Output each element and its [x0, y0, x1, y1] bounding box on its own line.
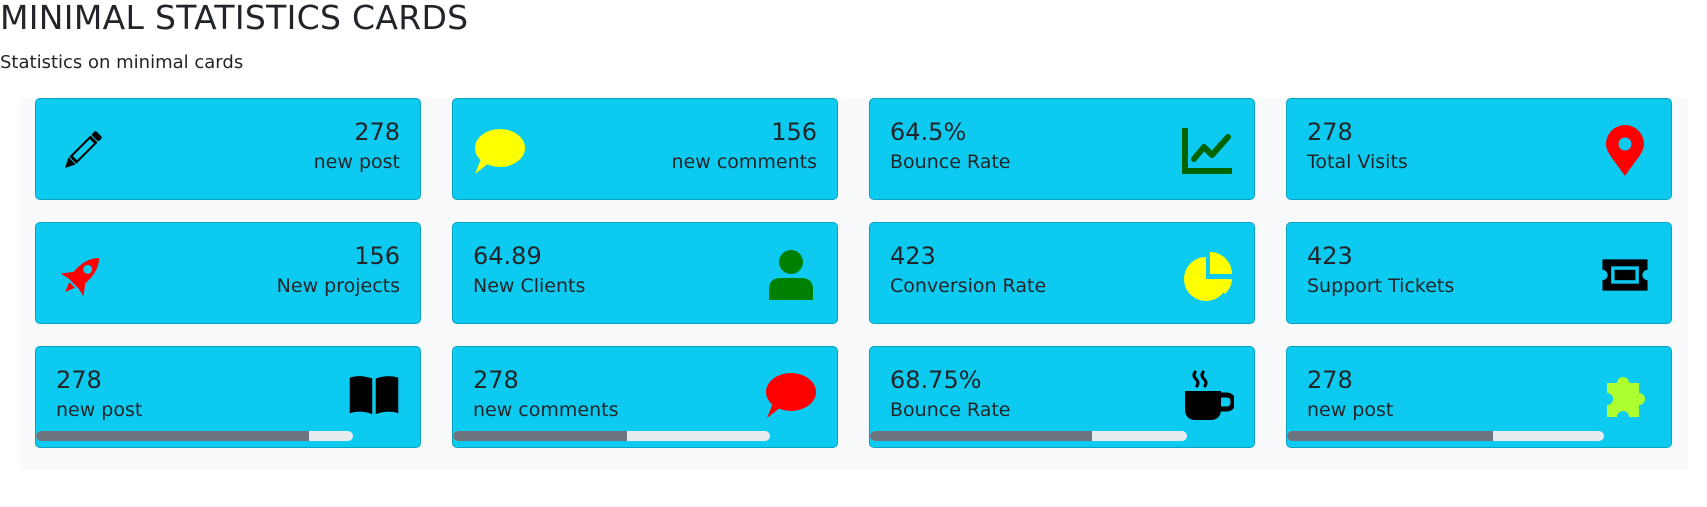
stat-card-new-clients: 64.89 New Clients: [452, 222, 838, 324]
progress-bar: [1287, 431, 1604, 441]
stat-label: Bounce Rate: [890, 151, 1011, 173]
stat-label: Support Tickets: [1307, 275, 1455, 297]
stat-value: 64.5%: [890, 118, 967, 146]
stat-label: Conversion Rate: [890, 275, 1047, 297]
stat-card-new-post: 278 new post: [35, 98, 421, 200]
stat-card-total-visits: 278 Total Visits: [1286, 98, 1672, 200]
stat-value: 423: [890, 242, 936, 270]
stat-value: 278: [1307, 366, 1353, 394]
comment-icon: [765, 369, 817, 421]
pencil-icon: [56, 125, 108, 177]
stat-value: 278: [56, 366, 102, 394]
stat-value: 423: [1307, 242, 1353, 270]
comment-icon: [473, 125, 525, 177]
stat-card-new-post-progress-2: 278 new post: [1286, 346, 1672, 448]
page-subtitle: Statistics on minimal cards: [0, 52, 244, 73]
book-icon: [348, 369, 400, 421]
stat-label: new post: [56, 399, 143, 421]
coffee-icon: [1182, 369, 1234, 421]
pie-chart-icon: [1182, 249, 1234, 301]
stat-label: new comments: [473, 399, 619, 421]
ticket-icon: [1599, 249, 1651, 301]
rocket-icon: [56, 249, 108, 301]
stat-card-new-post-progress: 278 new post: [35, 346, 421, 448]
stat-card-new-projects: 156 New projects: [35, 222, 421, 324]
stat-label: Bounce Rate: [890, 399, 1011, 421]
progress-bar: [453, 431, 770, 441]
stat-label: New Clients: [473, 275, 586, 297]
stat-value: 278: [1307, 118, 1353, 146]
progress-fill: [36, 431, 309, 441]
progress-fill: [453, 431, 628, 441]
user-icon: [765, 249, 817, 301]
puzzle-icon: [1599, 369, 1651, 421]
progress-fill: [1287, 431, 1494, 441]
map-marker-icon: [1599, 125, 1651, 177]
stat-label: Total Visits: [1307, 151, 1408, 173]
stat-value: 156: [354, 242, 400, 270]
stat-card-support-tickets: 423 Support Tickets: [1286, 222, 1672, 324]
chart-line-icon: [1182, 125, 1234, 177]
progress-bar: [870, 431, 1187, 441]
stat-value: 68.75%: [890, 366, 982, 394]
stat-value: 156: [771, 118, 817, 146]
stat-card-new-comments: 156 new comments: [452, 98, 838, 200]
stat-value: 278: [473, 366, 519, 394]
stat-value: 64.89: [473, 242, 542, 270]
stat-card-bounce-rate-progress: 68.75% Bounce Rate: [869, 346, 1255, 448]
stat-label: new comments: [671, 151, 817, 173]
stat-card-new-comments-progress: 278 new comments: [452, 346, 838, 448]
progress-fill: [870, 431, 1092, 441]
page-title: MINIMAL STATISTICS CARDS: [0, 0, 469, 37]
stat-card-conversion-rate: 423 Conversion Rate: [869, 222, 1255, 324]
stat-card-bounce-rate: 64.5% Bounce Rate: [869, 98, 1255, 200]
progress-bar: [36, 431, 353, 441]
stat-label: new post: [313, 151, 400, 173]
stat-label: new post: [1307, 399, 1394, 421]
stat-label: New projects: [276, 275, 400, 297]
stat-value: 278: [354, 118, 400, 146]
